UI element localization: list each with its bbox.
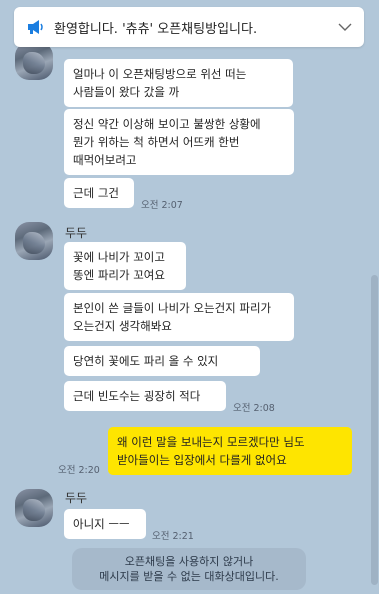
- message-time: 오전 2:08: [233, 403, 275, 414]
- message-bubble: 본인이 쓴 글들이 나비가 오는건지 파리가 오는건지 생각해봐요: [64, 293, 294, 341]
- megaphone-icon: [28, 20, 43, 34]
- message-time: 오전 2:07: [141, 200, 183, 211]
- sender-name: 두두: [65, 491, 88, 505]
- avatar[interactable]: [15, 489, 53, 527]
- system-notice: 오픈채팅을 사용하지 않거나 메시지를 받을 수 없는 대화상대입니다.: [72, 548, 306, 590]
- message-bubble: 정신 약간 이상해 보이고 불쌍한 상황에 뭔가 위하는 척 하면서 어뜨캐 한…: [64, 109, 294, 175]
- chat-window: 환영합니다. '츄츄' 오픈채팅방입니다. 얼마나 이 오픈채팅방으로 위선 떠…: [0, 0, 379, 594]
- message-bubble: 근데 그건: [64, 178, 134, 208]
- my-message-bubble: 왜 이런 말을 보내는지 모르겠다만 님도 받아들이는 입장에서 다를게 없어요: [108, 427, 352, 475]
- system-notice-line1: 오픈채팅을 사용하지 않거나: [124, 555, 254, 568]
- avatar[interactable]: [15, 42, 53, 80]
- message-bubble: 아니지 ㅡㅡ: [64, 509, 146, 539]
- message-bubble: 당연히 꽃에도 파리 올 수 있지: [64, 346, 260, 376]
- message-bubble: 얼마나 이 오픈채팅방으로 위선 떠는 사람들이 왔다 갔을 까: [64, 59, 293, 107]
- scrollbar[interactable]: [370, 0, 379, 594]
- message-bubble: 꽃에 나비가 꼬이고 똥엔 파리가 꼬여요: [64, 242, 186, 290]
- sender-name: 두두: [65, 226, 88, 240]
- notice-banner[interactable]: 환영합니다. '츄츄' 오픈채팅방입니다.: [14, 7, 364, 47]
- system-notice-line2: 메시지를 받을 수 없는 대화상대입니다.: [99, 570, 279, 583]
- chevron-down-icon[interactable]: [338, 22, 352, 32]
- notice-text: 환영합니다. '츄츄' 오픈채팅방입니다.: [54, 21, 258, 37]
- message-time: 오전 2:20: [58, 465, 100, 476]
- scrollbar-thumb[interactable]: [371, 275, 378, 585]
- message-bubble: 근데 빈도수는 굉장히 적다: [64, 381, 226, 411]
- message-time: 오전 2:21: [152, 531, 194, 542]
- avatar[interactable]: [15, 222, 53, 260]
